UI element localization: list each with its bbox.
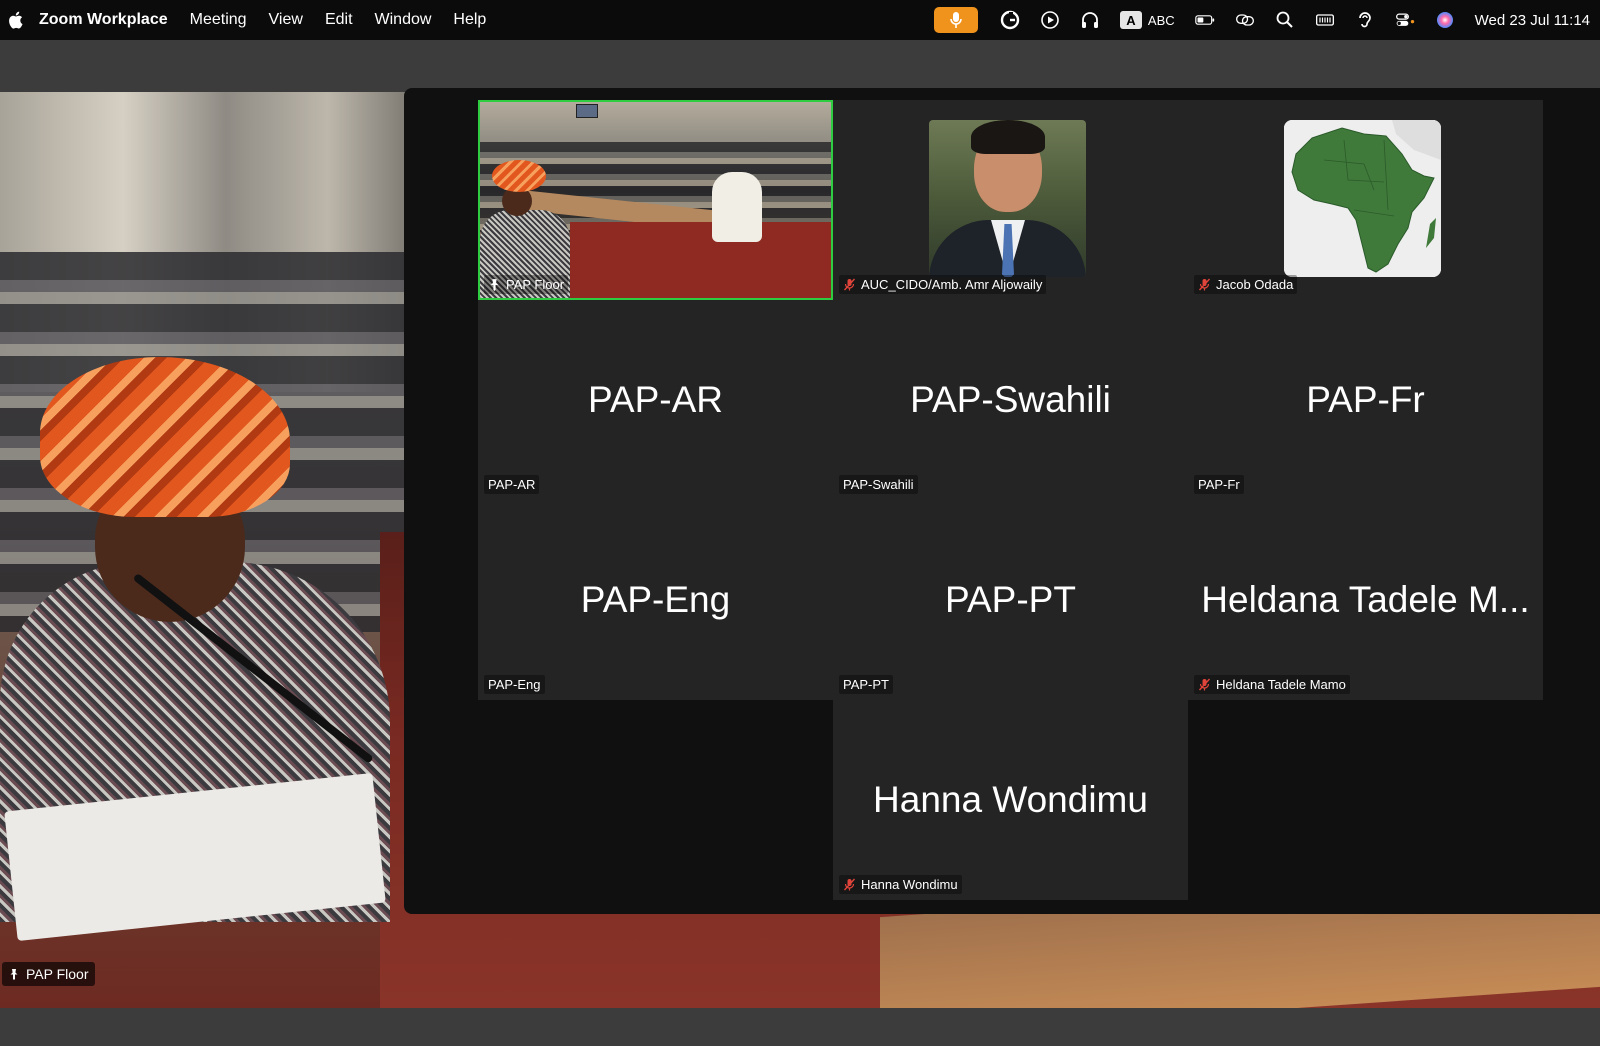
menu-meeting[interactable]: Meeting [190, 11, 247, 29]
keyboard-icon[interactable] [1314, 9, 1336, 31]
muted-microphone-icon [843, 878, 856, 891]
participant-display-name: PAP-Fr [1306, 379, 1425, 420]
participant-name: PAP-Fr [1198, 477, 1240, 492]
participant-display-name: PAP-Eng [580, 579, 731, 620]
participant-tile-pap-floor[interactable]: PAP Floor [478, 100, 833, 300]
participant-name: Jacob Odada [1216, 277, 1294, 292]
microphone-in-use-indicator[interactable] [933, 7, 978, 33]
headphones-icon[interactable] [1079, 9, 1101, 31]
hearing-icon[interactable] [1354, 9, 1376, 31]
participant-name-tag: Jacob Odada [1194, 275, 1298, 294]
siri-icon[interactable] [1434, 9, 1456, 31]
participant-name-tag: AUC_CIDO/Amb. Amr Aljowaily [839, 275, 1047, 294]
apple-icon[interactable] [8, 11, 23, 29]
participant-name-tag: PAP Floor [484, 275, 569, 294]
spotlight-search-icon[interactable] [1274, 9, 1296, 31]
menu-view[interactable]: View [269, 11, 303, 29]
participant-name-tag: Hanna Wondimu [839, 875, 962, 894]
macos-menu-bar: Zoom Workplace Meeting View Edit Window … [0, 0, 1600, 40]
participant-name-tag: PAP-Fr [1194, 475, 1244, 494]
window-toolbar-area [0, 40, 1600, 92]
participant-display-name: Hanna Wondimu [873, 779, 1148, 820]
background-video-label: PAP Floor [26, 966, 89, 982]
participant-tile-pap-fr[interactable]: PAP-Fr PAP-Fr [1188, 300, 1543, 500]
participant-name: Hanna Wondimu [861, 877, 958, 892]
participant-video-pap-floor [480, 102, 831, 298]
participant-name: PAP-AR [488, 477, 536, 492]
participant-name-tag: PAP-AR [484, 475, 540, 494]
app-name-menu[interactable]: Zoom Workplace [39, 11, 168, 29]
participant-name-tag: Heldana Tadele Mamo [1194, 675, 1350, 694]
video-screen [576, 104, 598, 118]
background-video-name-tag: PAP Floor [2, 962, 95, 986]
input-source-badge: A [1119, 11, 1142, 29]
participant-name: PAP-Swahili [843, 477, 914, 492]
participant-tile-pap-swahili[interactable]: PAP-Swahili PAP-Swahili [833, 300, 1188, 500]
participant-name-tag: PAP-Eng [484, 675, 545, 694]
participant-name: AUC_CIDO/Amb. Amr Aljowaily [861, 277, 1043, 292]
video-person [712, 172, 762, 242]
muted-microphone-icon [843, 278, 856, 291]
control-center-icon[interactable] [1394, 9, 1416, 31]
participant-name: PAP-Eng [488, 677, 541, 692]
input-source-label: ABC [1147, 12, 1175, 28]
participant-tile-heldana-tadele-mamo[interactable]: Heldana Tadele M... Heldana Tadele Mamo [1188, 500, 1543, 700]
photo-hair [971, 120, 1045, 154]
participant-name-tag: PAP-PT [839, 675, 893, 694]
gallery-view-panel: PAP Floor AUC_CIDO/Amb. Amr Aljowaily Ja… [404, 88, 1600, 914]
input-source-menu[interactable]: A ABC [1119, 11, 1175, 29]
participant-display-name: PAP-Swahili [910, 379, 1111, 420]
participant-tile-hanna-wondimu[interactable]: Hanna Wondimu Hanna Wondimu [833, 700, 1188, 900]
participant-name: Heldana Tadele Mamo [1216, 677, 1346, 692]
grammarly-icon[interactable] [999, 9, 1021, 31]
play-icon[interactable] [1039, 9, 1061, 31]
pin-icon [10, 969, 18, 980]
battery-icon[interactable] [1194, 9, 1216, 31]
video-desk-front [570, 222, 831, 298]
participant-tile-jacob-odada[interactable]: Jacob Odada [1188, 100, 1543, 300]
participant-tile-pap-ar[interactable]: PAP-AR PAP-AR [478, 300, 833, 500]
participant-profile-map-africa [1284, 120, 1441, 277]
pin-icon [490, 279, 499, 291]
microphone-icon [950, 12, 962, 28]
participant-display-name: PAP-AR [587, 379, 723, 420]
menu-edit[interactable]: Edit [325, 11, 353, 29]
participant-tile-pap-pt[interactable]: PAP-PT PAP-PT [833, 500, 1188, 700]
participant-name: PAP Floor [506, 277, 565, 292]
window-bottom-area [0, 1008, 1600, 1046]
menu-bar-clock[interactable]: Wed 23 Jul 11:14 [1475, 12, 1590, 29]
muted-microphone-icon [1198, 278, 1211, 291]
menu-help[interactable]: Help [453, 11, 486, 29]
participant-name: PAP-PT [843, 677, 889, 692]
screen-mirroring-icon[interactable] [1234, 9, 1256, 31]
participant-display-name: PAP-PT [945, 579, 1076, 620]
menu-window[interactable]: Window [375, 11, 432, 29]
participant-name-tag: PAP-Swahili [839, 475, 918, 494]
participant-tile-amr-aljowaily[interactable]: AUC_CIDO/Amb. Amr Aljowaily [833, 100, 1188, 300]
africa-map-icon [1284, 120, 1441, 277]
video-speaker-headwrap [492, 160, 546, 192]
muted-microphone-icon [1198, 678, 1211, 691]
participant-tile-pap-eng[interactable]: PAP-Eng PAP-Eng [478, 500, 833, 700]
participant-display-name: Heldana Tadele M... [1201, 579, 1530, 620]
participant-profile-photo [929, 120, 1086, 277]
